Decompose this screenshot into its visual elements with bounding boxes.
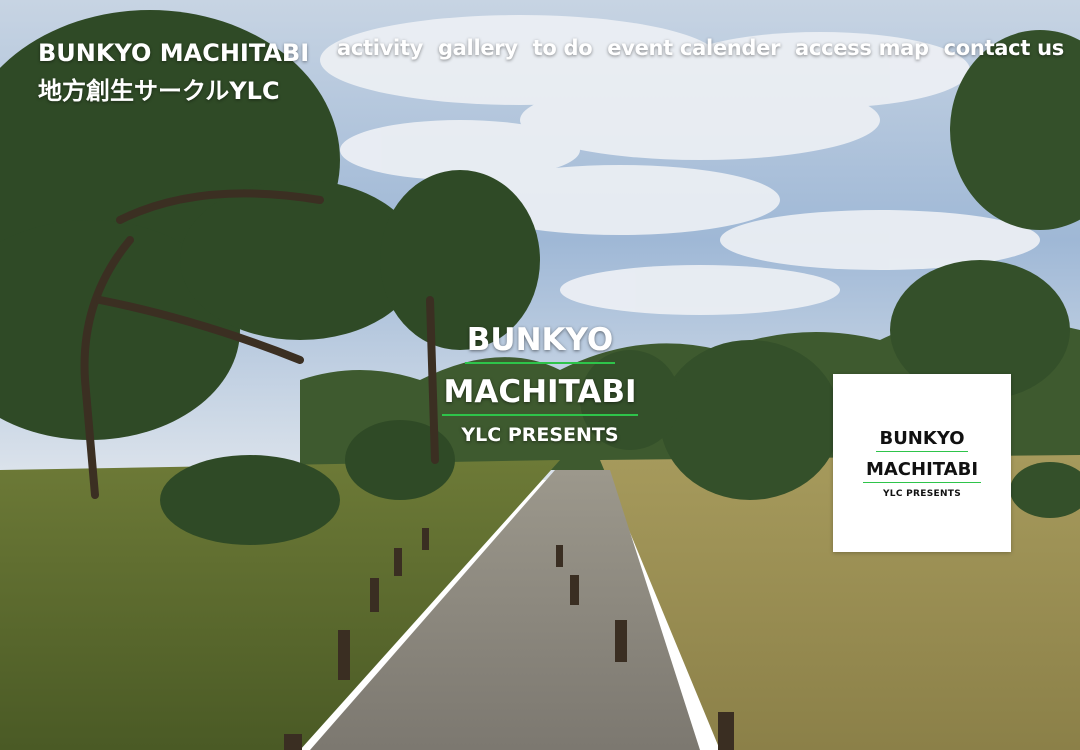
hero-logo-line2: MACHITABI [441,370,639,416]
hero-logo-tagline: YLC PRESENTS [461,424,619,446]
nav-item-access-map[interactable]: access map [795,36,929,60]
hero-logo-line1: BUNKYO [464,318,616,364]
logo-card-tagline: YLC PRESENTS [882,489,962,499]
site-title-line2[interactable]: 地方創生サークルYLC [38,72,309,110]
site-title-line1[interactable]: BUNKYO MACHITABI [38,34,309,72]
hero-logo: BUNKYO MACHITABI YLC PRESENTS [400,318,680,446]
logo-card-line2: MACHITABI [862,458,982,483]
nav-item-gallery[interactable]: gallery [438,36,518,60]
main-navigation: activity gallery to do event calender ac… [337,36,1064,60]
logo-card: BUNKYO MACHITABI YLC PRESENTS [833,374,1011,552]
site-title[interactable]: BUNKYO MACHITABI 地方創生サークルYLC [38,34,309,110]
nav-item-event-calender[interactable]: event calender [607,36,780,60]
logo-card-line1: BUNKYO [876,427,968,452]
nav-item-activity[interactable]: activity [337,36,423,60]
nav-item-to-do[interactable]: to do [533,36,593,60]
nav-item-contact-us[interactable]: contact us [944,36,1065,60]
